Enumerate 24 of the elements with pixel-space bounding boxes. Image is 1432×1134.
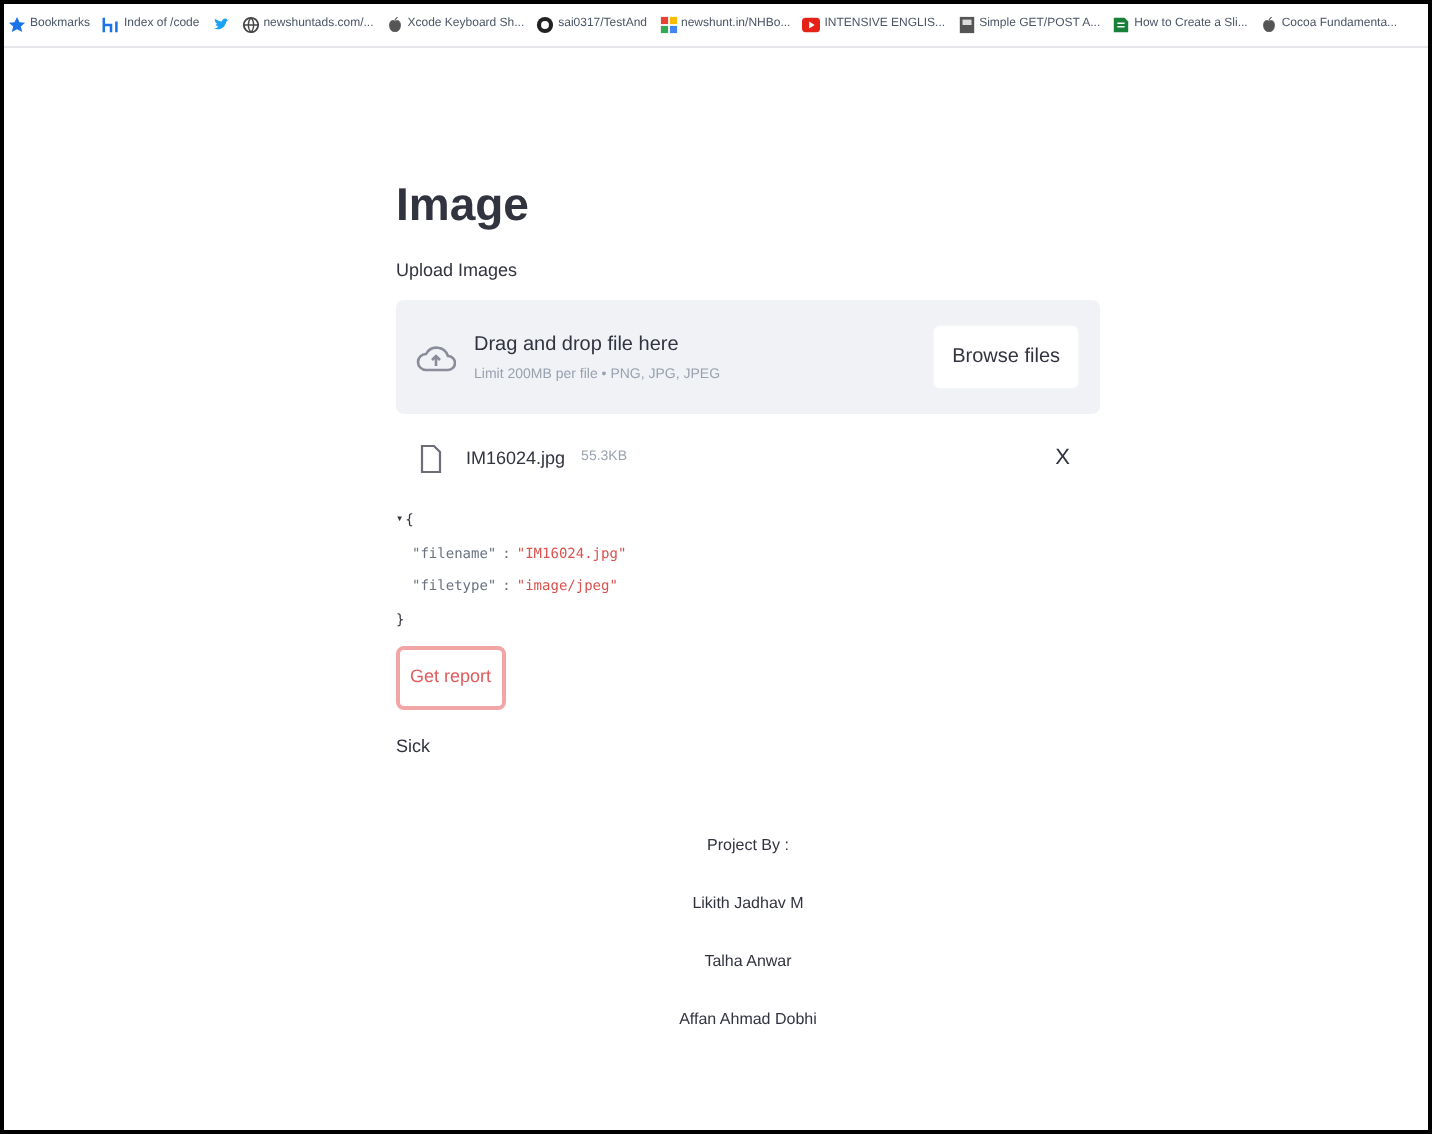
result-text: Sick xyxy=(396,733,433,760)
bars-icon xyxy=(102,16,121,34)
credit-text: Likith Jadhav M xyxy=(692,892,804,917)
document-icon xyxy=(957,16,976,34)
heading: Image xyxy=(396,176,531,234)
grid-icon xyxy=(659,16,677,34)
upload-label: Upload Images xyxy=(396,257,520,284)
star-icon xyxy=(8,16,26,34)
apple-icon xyxy=(385,16,404,34)
video-icon xyxy=(802,16,821,34)
credit-text: Talha Anwar xyxy=(704,950,792,975)
file-name: IM16024.jpg xyxy=(466,445,566,472)
drop-text: Drag and drop file here xyxy=(474,331,681,359)
credit-text: Affan Ahmad Dobhi xyxy=(679,1008,817,1033)
page-icon xyxy=(1112,16,1131,34)
apple-icon xyxy=(1259,16,1278,34)
file-icon xyxy=(420,443,442,474)
remove-button[interactable]: X xyxy=(1055,442,1070,475)
get-report-button[interactable]: Get report xyxy=(396,646,506,710)
globe-icon xyxy=(241,16,260,34)
credit-text: Project By : xyxy=(707,834,789,859)
browse-button[interactable]: Browse files xyxy=(932,324,1080,391)
bird-icon xyxy=(211,16,230,34)
bookmark[interactable] xyxy=(211,16,230,34)
